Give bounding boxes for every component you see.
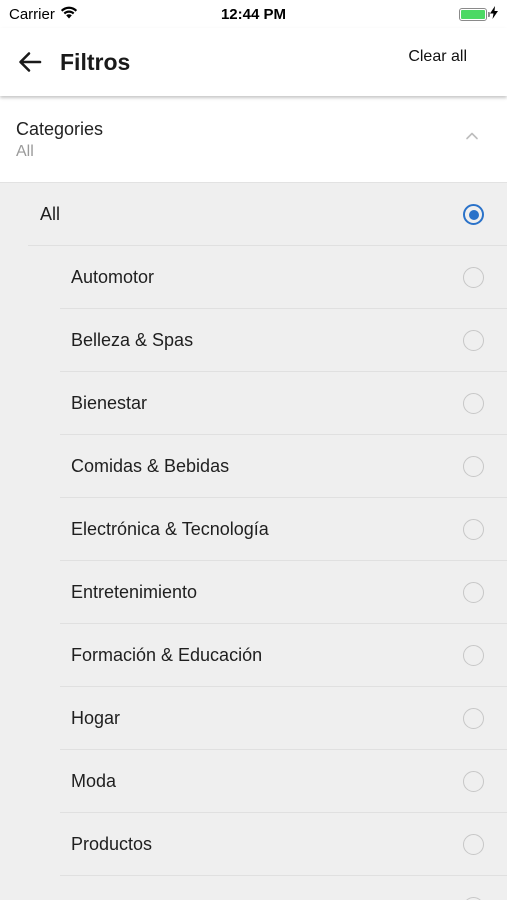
category-option-partial[interactable] (60, 876, 507, 900)
category-option[interactable]: Formación & Educación (60, 624, 507, 687)
categories-title: Categories (16, 119, 104, 139)
category-option-label: All (40, 204, 61, 224)
back-button[interactable] (0, 28, 60, 96)
radio-unselected-icon[interactable] (463, 708, 484, 729)
category-option-label: Electrónica & Tecnología (71, 519, 269, 539)
radio-unselected-icon[interactable] (463, 834, 484, 855)
category-option[interactable]: Comidas & Bebidas (60, 435, 507, 498)
radio-unselected-icon[interactable] (463, 519, 484, 540)
category-option[interactable]: Automotor (60, 246, 507, 309)
category-option-label: Productos (71, 834, 153, 854)
category-option[interactable]: Electrónica & Tecnología (60, 498, 507, 561)
category-option[interactable]: Hogar (60, 687, 507, 750)
category-option-label: Formación & Educación (71, 645, 263, 665)
category-option-label: Hogar (71, 708, 121, 728)
categories-selected-value: All (16, 143, 34, 160)
category-option-label: Belleza & Spas (71, 330, 194, 350)
category-option-all[interactable]: All (28, 183, 507, 246)
charging-bolt-icon (490, 5, 498, 23)
category-option[interactable]: Belleza & Spas (60, 309, 507, 372)
radio-selected-icon[interactable] (463, 204, 484, 225)
category-option[interactable]: Moda (60, 750, 507, 813)
category-option[interactable]: Productos (60, 813, 507, 876)
category-option[interactable]: Entretenimiento (60, 561, 507, 624)
category-option[interactable]: Bienestar (60, 372, 507, 435)
radio-unselected-icon[interactable] (463, 393, 484, 414)
app-bar: Filtros Clear all (0, 28, 507, 96)
category-option-label: Entretenimiento (71, 582, 198, 602)
carrier-group: Carrier (9, 6, 78, 23)
radio-unselected-icon[interactable] (463, 330, 484, 351)
radio-unselected-icon[interactable] (463, 456, 484, 477)
page-title: Filtros (60, 48, 131, 75)
category-option-list: All Automotor Belleza & Spas Bienestar C… (0, 183, 507, 900)
battery-icon (459, 7, 490, 21)
radio-unselected-icon[interactable] (463, 645, 484, 666)
battery-group (459, 5, 498, 23)
category-option-label: Bienestar (71, 393, 148, 413)
category-option-label: Automotor (71, 267, 155, 287)
status-bar: Carrier 12:44 PM (0, 0, 507, 28)
carrier-label: Carrier (9, 5, 55, 23)
category-option-label: Moda (71, 771, 117, 791)
arrow-left-icon (19, 52, 42, 72)
radio-unselected-icon[interactable] (463, 267, 484, 288)
category-option-label: Comidas & Bebidas (71, 456, 230, 476)
radio-unselected-icon[interactable] (463, 771, 484, 792)
radio-unselected-icon[interactable] (463, 582, 484, 603)
categories-section-header[interactable]: Categories All (0, 97, 507, 183)
clear-all-button[interactable]: Clear all (408, 48, 467, 66)
wifi-icon (60, 6, 78, 23)
chevron-up-icon[interactable] (465, 129, 479, 143)
